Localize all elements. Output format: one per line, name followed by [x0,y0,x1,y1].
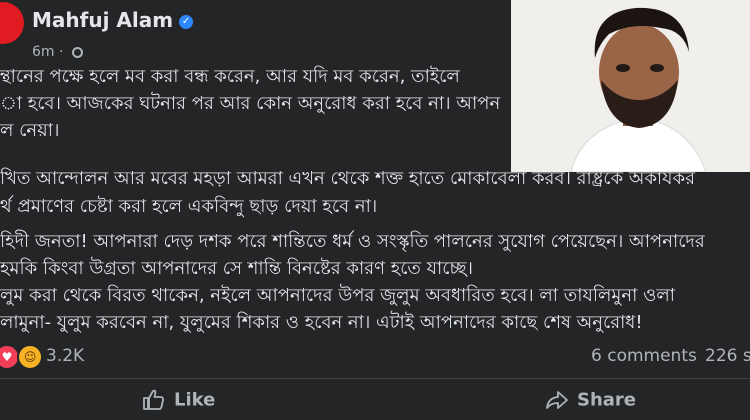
globe-icon[interactable] [71,46,83,58]
author-name[interactable]: Mahfuj Alam [32,8,173,32]
reactions-bar: ♥ ☺ 3.2K 6 comments 226 sh [0,342,750,370]
divider [0,378,750,379]
thumbs-up-icon [143,389,164,410]
person-portrait-image [511,0,750,172]
like-button[interactable]: Like [142,388,215,418]
person-photo [511,0,750,172]
like-label: Like [174,389,216,411]
reaction-count[interactable]: 3.2K [46,346,84,366]
facebook-post: Mahfuj Alam ✓ 6m · ন্থানের পক্ষে হলে মব ক… [0,0,750,420]
post-meta: 6m · [32,44,83,60]
author-avatar[interactable] [0,2,24,44]
meta-separator: · [59,44,64,60]
share-arrow-icon [546,391,568,409]
post-timestamp[interactable]: 6m [32,44,55,60]
verified-badge-icon: ✓ [179,14,194,29]
post-text-line: লুম করা থেকে বিরত থাকেন, নইলে আপনাদের উপ… [0,285,675,306]
haha-reaction-icon: ☺ [17,344,44,370]
reaction-icons[interactable]: ♥ ☺ [0,344,44,370]
shares-count[interactable]: 226 sh [705,346,750,366]
post-text-line: হমকি কিংবা উগ্রতা আপনাদের সে শান্তি বিনষ… [0,258,473,279]
post-text-line: লামুনা- যুলুম করবেন না, যুলুমের শিকার ও … [0,312,643,333]
post-text-line: র্থ প্রমাণের চেষ্টা করা হলে একবিন্দু ছাড… [0,196,378,217]
comments-count[interactable]: 6 comments [591,346,697,366]
author-name-row: Mahfuj Alam ✓ [32,8,194,32]
post-text-line: হিদী জনতা! আপনারা দেড় দশক পরে শান্তিতে … [0,231,705,252]
share-button[interactable]: Share [545,388,636,418]
share-label: Share [577,389,637,411]
